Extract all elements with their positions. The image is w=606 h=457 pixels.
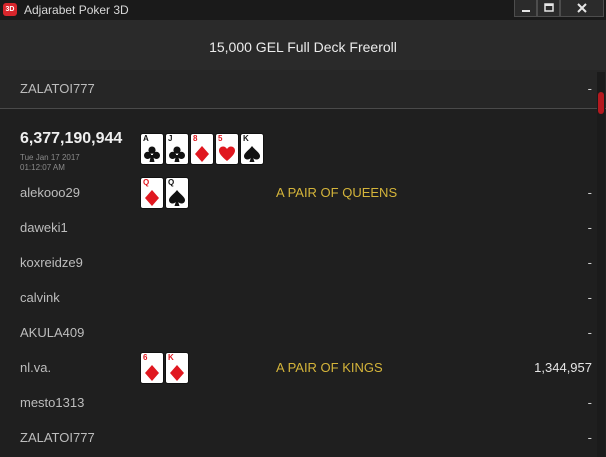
player-name: ZALATOI777 (20, 81, 95, 96)
playing-card: 8 (191, 134, 213, 164)
playing-card: Q (141, 178, 163, 208)
playing-card: K (166, 353, 188, 383)
playing-card: K (241, 134, 263, 164)
player-name: daweki1 (20, 220, 68, 235)
player-value: - (587, 220, 592, 235)
playing-card: 5 (216, 134, 238, 164)
title-bar: 3D Adjarabet Poker 3D (0, 0, 606, 21)
diamond-suit-icon (145, 365, 159, 381)
heart-suit-icon (219, 146, 235, 161)
hand-time: 01:12:07 AM (20, 163, 65, 172)
player-value: - (587, 325, 592, 340)
card-rank: Q (168, 178, 175, 187)
card-rank: 5 (218, 134, 223, 143)
winnings-amount: 1,344,957 (534, 360, 592, 375)
maximize-button[interactable] (537, 0, 560, 17)
diamond-suit-icon (170, 365, 184, 381)
card-rank: A (143, 134, 149, 143)
close-button[interactable] (560, 0, 604, 17)
player-name: alekooo29 (20, 185, 80, 200)
app-logo-icon: 3D (3, 3, 17, 16)
player-name: koxreidze9 (20, 255, 83, 270)
playing-card: J (166, 134, 188, 164)
scrollbar-thumb[interactable] (598, 92, 604, 114)
minimize-icon (521, 10, 530, 12)
player-name: mesto1313 (20, 395, 85, 410)
player-name: calvink (20, 290, 60, 305)
pot-amount: 6,377,190,944 (20, 130, 123, 147)
diamond-suit-icon (195, 146, 209, 162)
club-suit-icon (144, 146, 160, 162)
minimize-button[interactable] (514, 0, 537, 17)
tournament-header: 15,000 GEL Full Deck Freeroll (0, 21, 606, 70)
close-icon (577, 3, 587, 13)
hand-description: A PAIR OF KINGS (276, 360, 383, 375)
scrollbar-track[interactable] (597, 72, 605, 457)
hand-date: Tue Jan 17 2017 (20, 153, 80, 162)
maximize-icon (543, 3, 554, 12)
card-rank: Q (143, 178, 150, 187)
top-player-row[interactable]: ZALATOI777 - (0, 70, 606, 109)
player-value: - (587, 430, 592, 445)
tournament-title: 15,000 GEL Full Deck Freeroll (209, 39, 397, 55)
playing-card: A (141, 134, 163, 164)
window-title: Adjarabet Poker 3D (24, 3, 129, 17)
player-value: - (587, 81, 592, 96)
playing-card: 6 (141, 353, 163, 383)
card-rank: K (168, 353, 174, 362)
diamond-suit-icon (145, 190, 159, 206)
club-suit-icon (169, 146, 185, 162)
spade-suit-icon (169, 190, 185, 206)
card-rank: K (243, 134, 249, 143)
card-rank: J (168, 134, 173, 143)
playing-card: Q (166, 178, 188, 208)
spade-suit-icon (244, 146, 260, 162)
player-name: AKULA409 (20, 325, 85, 340)
player-value: - (587, 290, 592, 305)
player-name: ZALATOI777 (20, 430, 95, 445)
player-name: nl.va. (20, 360, 52, 375)
player-value: - (587, 185, 592, 200)
player-value: - (587, 395, 592, 410)
hand-description: A PAIR OF QUEENS (276, 185, 398, 200)
card-rank: 8 (193, 134, 198, 143)
player-value: - (587, 255, 592, 270)
card-rank: 6 (143, 353, 148, 362)
